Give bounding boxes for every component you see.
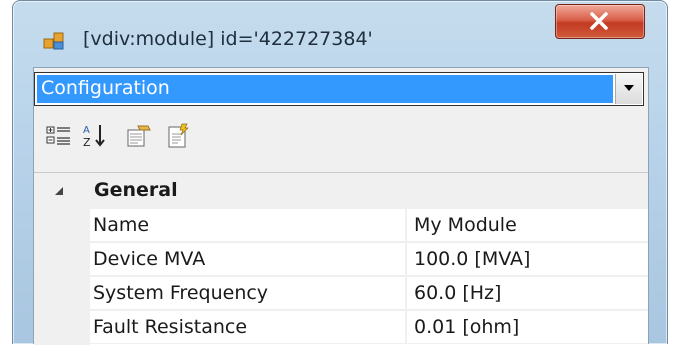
combo-selected-value: Configuration	[37, 75, 613, 103]
property-window: [vdiv:module] id='422727384' Configurati…	[12, 0, 668, 345]
categorized-icon	[46, 126, 70, 145]
property-name[interactable]: Fault Resistance	[90, 311, 406, 344]
combo-dropdown-button[interactable]	[615, 74, 642, 104]
property-grid-toolbar: A Z	[38, 118, 258, 154]
categorized-button[interactable]	[46, 122, 72, 150]
row-gutter	[34, 277, 90, 311]
collapse-triangle-icon[interactable]	[54, 186, 64, 196]
alphabetical-button[interactable]: A Z	[82, 122, 108, 150]
property-value[interactable]: 60.0 [Hz]	[407, 277, 648, 310]
property-grid-panel: Configuration A Z General Name My Module…	[33, 67, 649, 345]
category-label: General	[94, 179, 178, 201]
close-button[interactable]	[555, 4, 645, 39]
property-name[interactable]: System Frequency	[90, 277, 406, 310]
row-gutter	[34, 209, 90, 243]
row-gutter	[34, 311, 90, 345]
row-gutter	[34, 243, 90, 277]
property-row[interactable]: Name My Module	[34, 209, 648, 243]
property-grid: General Name My Module Device MVA 100.0 …	[34, 172, 648, 345]
title-bar[interactable]: [vdiv:module] id='422727384'	[13, 1, 667, 61]
property-row[interactable]: Fault Resistance 0.01 [ohm]	[34, 311, 648, 345]
property-value[interactable]: My Module	[407, 209, 648, 242]
property-value[interactable]: 0.01 [ohm]	[407, 311, 648, 344]
property-row[interactable]: System Frequency 60.0 [Hz]	[34, 277, 648, 311]
alphabetical-sort-icon: A Z	[83, 125, 105, 149]
window-title: [vdiv:module] id='422727384'	[83, 28, 373, 50]
object-selector-combo[interactable]: Configuration	[34, 72, 644, 106]
property-pages-icon	[127, 125, 151, 147]
events-icon	[168, 123, 189, 148]
property-value[interactable]: 100.0 [MVA]	[407, 243, 648, 276]
app-window-icon	[43, 32, 64, 50]
property-pages-button[interactable]	[126, 122, 152, 150]
events-button[interactable]	[166, 122, 192, 150]
close-icon	[590, 12, 608, 30]
svg-text:Z: Z	[83, 136, 91, 149]
property-name[interactable]: Device MVA	[90, 243, 406, 276]
property-name[interactable]: Name	[90, 209, 406, 242]
svg-text:A: A	[83, 125, 90, 136]
property-row[interactable]: Device MVA 100.0 [MVA]	[34, 243, 648, 277]
chevron-down-icon	[624, 85, 634, 91]
category-row-general[interactable]: General	[34, 173, 648, 209]
